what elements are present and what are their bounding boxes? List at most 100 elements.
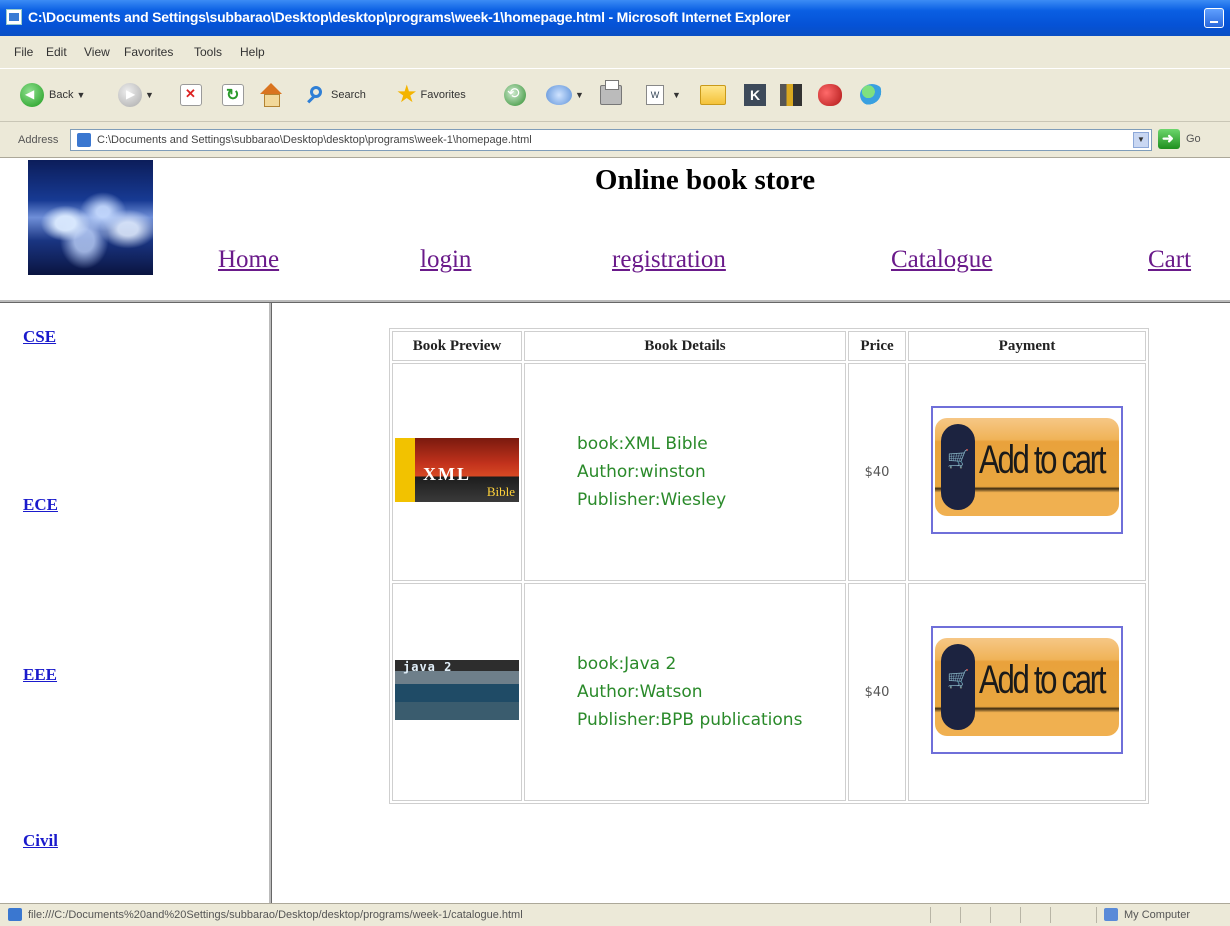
ie-app-icon — [6, 9, 22, 25]
history-icon — [504, 84, 526, 106]
back-button[interactable]: Back ▼ — [20, 81, 85, 109]
payment-cell: 🛒 Add to cart — [908, 363, 1146, 581]
table-row: XML Bible book:XML Bible Author:winston … — [392, 363, 1146, 581]
stop-icon — [180, 84, 202, 106]
sidebar-link-cse[interactable]: CSE — [23, 327, 56, 347]
book-price: $40 — [848, 583, 906, 801]
k-button[interactable]: K — [744, 81, 766, 109]
catalogue-table: Book Preview Book Details Price Payment … — [389, 328, 1149, 804]
edit-button[interactable]: W ▼ — [646, 81, 681, 109]
stop-button[interactable] — [180, 81, 202, 109]
forward-button[interactable]: ▼ — [118, 81, 154, 109]
payment-cell: 🛒 Add to cart — [908, 583, 1146, 801]
folder-icon — [700, 85, 726, 105]
menu-tools[interactable]: Tools — [194, 45, 222, 59]
book-preview-cell: java 2 — [392, 583, 522, 801]
sidebar-link-eee[interactable]: EEE — [23, 665, 57, 685]
book-cover-xml-bible: XML Bible — [395, 437, 519, 502]
book-author: Author:Watson — [577, 682, 703, 702]
back-label: Back — [49, 89, 74, 101]
menu-help[interactable]: Help — [240, 45, 265, 59]
nav-home-link[interactable]: Home — [218, 246, 279, 274]
address-dropdown-icon[interactable]: ▼ — [1133, 132, 1149, 148]
status-text: file:///C:/Documents%20and%20Settings/su… — [28, 909, 523, 921]
contacts-icon — [860, 84, 884, 106]
catalogue-frame: Book Preview Book Details Price Payment … — [272, 303, 1230, 903]
menu-file[interactable]: File — [14, 45, 33, 59]
menu-favorites[interactable]: Favorites — [124, 45, 173, 59]
book-title: book:XML Bible — [577, 434, 708, 454]
header-frame: Online book store Home login registratio… — [0, 158, 1230, 303]
back-arrow-icon — [20, 83, 44, 107]
favorites-star-icon: ★ — [396, 81, 418, 108]
history-button[interactable] — [504, 81, 526, 109]
add-to-cart-button[interactable]: 🛒 Add to cart — [931, 625, 1123, 754]
books-button[interactable] — [780, 81, 802, 109]
table-header-row: Book Preview Book Details Price Payment — [392, 331, 1146, 361]
sidebar-link-ece[interactable]: ECE — [23, 495, 58, 515]
book-title: book:Java 2 — [577, 654, 677, 674]
book-details-cell: book:Java 2 Author:Watson Publisher:BPB … — [524, 583, 846, 801]
window-title: C:\Documents and Settings\subbarao\Deskt… — [28, 9, 791, 25]
search-icon — [306, 85, 326, 105]
forward-arrow-icon — [118, 83, 142, 107]
refresh-button[interactable] — [222, 81, 244, 109]
cart-icon: 🛒 — [947, 668, 970, 689]
go-label: Go — [1186, 133, 1201, 145]
header-price: Price — [848, 331, 906, 361]
window-titlebar: C:\Documents and Settings\subbarao\Deskt… — [0, 0, 1230, 36]
edit-dropdown-icon[interactable]: ▼ — [672, 90, 681, 100]
address-label: Address — [18, 134, 59, 146]
contacts-button[interactable] — [860, 81, 884, 109]
go-arrow-icon — [1158, 129, 1180, 149]
header-book-details: Book Details — [524, 331, 846, 361]
forward-dropdown-icon[interactable]: ▼ — [145, 90, 154, 100]
mail-icon — [546, 85, 572, 105]
nav-registration-link[interactable]: registration — [612, 246, 726, 274]
address-bar: Address C:\Documents and Settings\subbar… — [0, 122, 1230, 158]
department-sidebar: CSE ECE EEE Civil — [0, 303, 272, 903]
cart-icon: 🛒 — [947, 448, 970, 469]
books-icon — [780, 84, 802, 106]
menu-bar: File Edit View Favorites Tools Help — [0, 36, 1230, 68]
page-icon — [8, 908, 22, 921]
go-button[interactable]: Go — [1158, 129, 1201, 149]
book-price: $40 — [848, 363, 906, 581]
menu-view[interactable]: View — [84, 45, 110, 59]
mail-button[interactable]: ▼ — [546, 81, 584, 109]
security-zone-label: My Computer — [1124, 909, 1191, 921]
book-publisher: Publisher:BPB publications — [577, 710, 803, 730]
book-details-cell: book:XML Bible Author:winston Publisher:… — [524, 363, 846, 581]
nav-login-link[interactable]: login — [420, 246, 471, 274]
home-button[interactable] — [258, 81, 284, 109]
messenger-icon — [818, 84, 842, 106]
search-label: Search — [331, 89, 366, 101]
add-to-cart-button[interactable]: 🛒 Add to cart — [931, 405, 1123, 534]
book-preview-cell: XML Bible — [392, 363, 522, 581]
favorites-button[interactable]: ★ Favorites — [396, 81, 466, 109]
folder-button[interactable] — [700, 81, 726, 109]
home-icon — [258, 83, 284, 107]
header-payment: Payment — [908, 331, 1146, 361]
my-computer-icon — [1104, 908, 1118, 921]
site-title: Online book store — [594, 164, 816, 196]
back-dropdown-icon[interactable]: ▼ — [76, 90, 85, 100]
print-button[interactable] — [600, 80, 622, 109]
menu-edit[interactable]: Edit — [46, 45, 67, 59]
nav-catalogue-link[interactable]: Catalogue — [891, 246, 992, 274]
nav-cart-link[interactable]: Cart — [1148, 246, 1191, 274]
book-author: Author:winston — [577, 462, 706, 482]
page-icon — [77, 133, 91, 147]
minimize-button[interactable] — [1204, 8, 1224, 28]
favorites-label: Favorites — [420, 89, 466, 101]
print-icon — [600, 80, 622, 105]
standard-toolbar: Back ▼ ▼ Search ★ Favorites ▼ W ▼ K — [0, 68, 1230, 122]
address-input[interactable]: C:\Documents and Settings\subbarao\Deskt… — [70, 129, 1152, 151]
search-button[interactable]: Search — [306, 81, 366, 109]
sidebar-link-civil[interactable]: Civil — [23, 831, 58, 851]
mail-dropdown-icon[interactable]: ▼ — [575, 90, 584, 100]
table-row: java 2 book:Java 2 Author:Watson Publish… — [392, 583, 1146, 801]
status-bar: file:///C:/Documents%20and%20Settings/su… — [0, 903, 1230, 926]
address-url: C:\Documents and Settings\subbarao\Deskt… — [97, 134, 532, 146]
messenger-button[interactable] — [818, 81, 842, 109]
